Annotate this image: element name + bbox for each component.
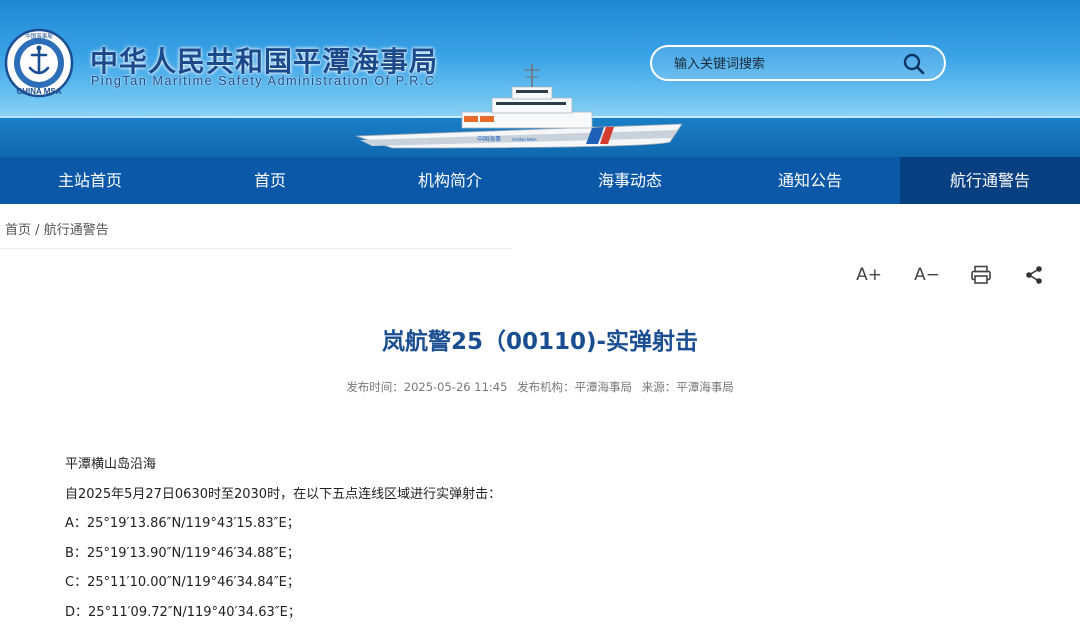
nav-item-main-site-home[interactable]: 主站首页 bbox=[0, 157, 180, 204]
breadcrumb: 首页 / 航行通警告 bbox=[5, 219, 109, 238]
org: 平潭海事局 bbox=[574, 380, 633, 394]
paragraph-point-a: A：25°19′13.86″N/119°43′15.83″E； bbox=[65, 516, 300, 532]
print-icon[interactable] bbox=[970, 265, 992, 285]
svg-text:中国海事: 中国海事 bbox=[477, 135, 501, 143]
breadcrumb-current[interactable]: 航行通警告 bbox=[44, 223, 109, 238]
paragraph-point-b: B：25°19′13.90″N/119°46′34.88″E； bbox=[65, 545, 300, 561]
svg-text:CHINA MSA: CHINA MSA bbox=[512, 137, 537, 142]
svg-text:中国海事局: 中国海事局 bbox=[25, 32, 53, 40]
paragraph-point-c: C：25°11′10.00″N/119°46′34.84″E； bbox=[65, 575, 300, 591]
svg-text:CHINA MSA: CHINA MSA bbox=[16, 87, 61, 96]
publish-time: 2025-05-26 11:45 bbox=[403, 380, 508, 394]
nav-item-notices[interactable]: 通知公告 bbox=[720, 157, 900, 204]
main-nav: 主站首页 首页 机构简介 海事动态 通知公告 航行通警告 bbox=[0, 157, 1080, 204]
search-input[interactable] bbox=[672, 53, 896, 75]
source: 平潭海事局 bbox=[676, 380, 734, 394]
paragraph-location: 平潭横山岛沿海 bbox=[65, 457, 157, 472]
search-icon[interactable] bbox=[902, 52, 926, 76]
font-increase-button[interactable]: A+ bbox=[854, 262, 884, 288]
china-msa-logo[interactable]: CHINA MSA 中国海事局 bbox=[4, 28, 74, 98]
paragraph-point-d: D：25°11′09.72″N/119°40′34.63″E； bbox=[65, 604, 301, 620]
share-icon[interactable] bbox=[1024, 265, 1044, 285]
font-decrease-button[interactable]: A− bbox=[912, 262, 942, 288]
nav-item-home[interactable]: 首页 bbox=[180, 157, 360, 204]
breadcrumb-home[interactable]: 首页 bbox=[5, 223, 31, 238]
publish-time-label: 发布时间： bbox=[346, 380, 404, 394]
nav-item-maritime-news[interactable]: 海事动态 bbox=[540, 157, 720, 204]
search-box bbox=[650, 45, 946, 81]
article-meta: 发布时间：2025-05-26 11:45 发布机构：平潭海事局 来源：平潭海事… bbox=[0, 379, 1080, 395]
org-label: 发布机构： bbox=[517, 380, 575, 394]
divider bbox=[0, 248, 512, 249]
article-title: 岚航警25（00110)-实弹射击 bbox=[381, 329, 699, 355]
patrol-ship-image: 中国海事 CHINA MSA bbox=[355, 64, 683, 149]
paragraph-schedule: 自2025年5月27日0630时至2030时，在以下五点连线区域进行实弹射击： bbox=[65, 486, 502, 502]
source-label: 来源： bbox=[641, 380, 677, 394]
article-content: 平潭横山岛沿海 自2025年5月27日0630时至2030时，在以下五点连线区域… bbox=[65, 455, 965, 633]
nav-item-about[interactable]: 机构简介 bbox=[360, 157, 540, 204]
article-tools: A+ A− bbox=[850, 262, 1050, 290]
header-banner: CHINA MSA 中国海事局 中华人民共和国平潭海事局 PingTan Mar… bbox=[0, 0, 1080, 157]
nav-item-navigation-warnings[interactable]: 航行通警告 bbox=[900, 157, 1080, 204]
breadcrumb-separator: / bbox=[35, 223, 40, 238]
